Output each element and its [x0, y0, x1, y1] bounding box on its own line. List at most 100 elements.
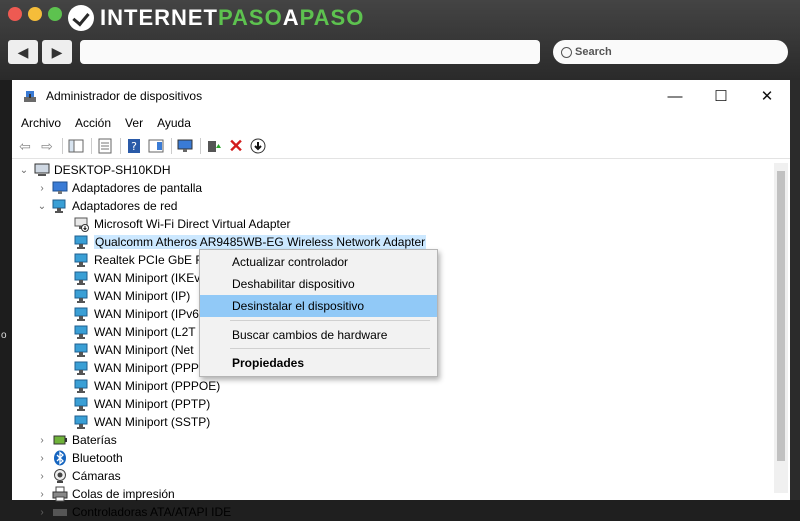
view-details-icon[interactable] — [147, 137, 165, 155]
tree-item-label: Qualcomm Atheros AR9485WB-EG Wireless Ne… — [94, 235, 427, 249]
tree-device[interactable]: WAN Miniport (Net — [74, 341, 194, 359]
tree-device[interactable]: WAN Miniport (PPP — [74, 359, 199, 377]
browser-chrome: INTERNET PASO A PASO ◀ ▶ Search — [0, 0, 800, 80]
checkmark-logo-icon — [68, 5, 94, 31]
tree-item-label: Cámaras — [72, 469, 121, 483]
tree-device[interactable]: WAN Miniport (IKEv — [74, 269, 200, 287]
tree-device[interactable]: WAN Miniport (IPv6 — [74, 305, 199, 323]
search-placeholder: Search — [575, 46, 612, 58]
ctx-disable-device[interactable]: Deshabilitar dispositivo — [200, 273, 437, 295]
network-adapter-icon — [74, 379, 88, 393]
tree-item-label: Controladoras ATA/ATAPI IDE — [72, 505, 232, 519]
toolbar-separator — [171, 138, 172, 154]
chevron-down-icon[interactable]: ⌄ — [18, 165, 30, 176]
tree-category[interactable]: › Colas de impresión — [36, 485, 175, 503]
tree-device[interactable]: WAN Miniport (IP) — [74, 287, 190, 305]
back-arrow-icon[interactable]: ⇦ — [16, 137, 34, 155]
minimize-window-dot[interactable] — [28, 7, 42, 21]
ctx-label: Desinstalar el dispositivo — [232, 299, 365, 313]
tree-item-label: Colas de impresión — [72, 487, 175, 501]
tree-device[interactable]: Microsoft Wi-Fi Direct Virtual Adapter — [74, 215, 291, 233]
vertical-scrollbar[interactable] — [774, 163, 788, 493]
chevron-right-icon[interactable]: › — [36, 453, 48, 464]
network-adapter-icon — [74, 271, 88, 285]
tree-root[interactable]: ⌄ DESKTOP-SH10KDH — [18, 161, 171, 179]
tree-category[interactable]: › Bluetooth — [36, 449, 123, 467]
download-circle-icon[interactable] — [249, 137, 267, 155]
back-button[interactable]: ◀ — [8, 40, 38, 64]
network-adapter-disabled-icon — [74, 217, 89, 232]
scan-hardware-icon[interactable] — [176, 137, 194, 155]
ctx-properties[interactable]: Propiedades — [200, 352, 437, 374]
zoom-window-dot[interactable] — [48, 7, 62, 21]
menu-ayuda[interactable]: Ayuda — [150, 116, 198, 130]
tree-item-label: WAN Miniport (IP) — [94, 289, 191, 303]
tree-item-label: Microsoft Wi-Fi Direct Virtual Adapter — [94, 217, 291, 231]
tree-item-label: Bluetooth — [72, 451, 123, 465]
menu-archivo[interactable]: Archivo — [14, 116, 68, 130]
properties-icon[interactable] — [96, 137, 114, 155]
network-adapter-icon — [74, 253, 88, 267]
edge-text: o — [1, 330, 7, 341]
uninstall-x-icon[interactable]: ✕ — [227, 136, 245, 156]
context-menu: Actualizar controlador Deshabilitar disp… — [199, 249, 438, 377]
ctx-uninstall-device[interactable]: Desinstalar el dispositivo — [200, 295, 437, 317]
tree-category[interactable]: ⌄ Adaptadores de red — [36, 197, 177, 215]
chevron-right-icon[interactable]: › — [36, 183, 48, 194]
network-adapter-icon — [74, 289, 88, 303]
tree-device[interactable]: WAN Miniport (PPPOE) — [74, 377, 220, 395]
arrow-left-icon: ◀ — [17, 43, 29, 60]
ctx-separator — [230, 348, 430, 349]
ctx-label: Actualizar controlador — [232, 255, 349, 269]
maximize-button[interactable]: ☐ — [698, 80, 744, 112]
network-adapter-icon — [74, 235, 88, 249]
tree-item-label: WAN Miniport (IPv6 — [94, 307, 199, 321]
chevron-right-icon[interactable]: › — [36, 507, 48, 518]
network-adapter-icon — [74, 325, 88, 339]
tree-device[interactable]: WAN Miniport (PPTP) — [74, 395, 210, 413]
forward-arrow-icon[interactable]: ⇨ — [38, 137, 56, 155]
show-hide-console-tree-icon[interactable] — [67, 137, 85, 155]
tree-item-label: WAN Miniport (L2T — [94, 325, 196, 339]
chevron-right-icon[interactable]: › — [36, 489, 48, 500]
ctx-label: Deshabilitar dispositivo — [232, 277, 355, 291]
menu-accion[interactable]: Acción — [68, 116, 118, 130]
tree-category[interactable]: › Cámaras — [36, 467, 121, 485]
tree-device[interactable]: WAN Miniport (SSTP) — [74, 413, 210, 431]
minimize-button[interactable]: — — [652, 80, 698, 112]
menu-ver[interactable]: Ver — [118, 116, 150, 130]
tree-item-label: WAN Miniport (PPP — [94, 361, 199, 375]
forward-button[interactable]: ▶ — [42, 40, 72, 64]
update-driver-icon[interactable] — [205, 137, 223, 155]
ctx-label: Propiedades — [232, 356, 305, 370]
camera-icon — [54, 469, 66, 483]
tree-category[interactable]: › Baterías — [36, 431, 116, 449]
bluetooth-icon — [54, 450, 66, 466]
toolbar-separator — [200, 138, 201, 154]
background-right — [790, 80, 800, 500]
tree-category[interactable]: › Controladoras ATA/ATAPI IDE — [36, 503, 231, 521]
site-logo: INTERNET PASO A PASO — [68, 4, 364, 32]
close-button[interactable]: ✕ — [744, 80, 790, 112]
battery-icon — [53, 435, 67, 445]
monitor-icon — [52, 181, 68, 194]
brand-part4: PASO — [299, 5, 365, 30]
chevron-down-icon[interactable]: ⌄ — [36, 201, 48, 212]
tree-device[interactable]: Realtek PCIe GbE Fa — [74, 251, 209, 269]
window-titlebar: Administrador de dispositivos — ☐ ✕ — [12, 80, 790, 112]
search-input[interactable]: Search — [553, 40, 788, 64]
chevron-right-icon[interactable]: › — [36, 435, 48, 446]
network-adapter-icon — [74, 343, 88, 357]
tree-item-label: Adaptadores de pantalla — [72, 181, 203, 195]
help-icon[interactable]: ? — [125, 137, 143, 155]
ctx-update-driver[interactable]: Actualizar controlador — [200, 251, 437, 273]
tree-category[interactable]: › Adaptadores de pantalla — [36, 179, 202, 197]
computer-icon — [34, 163, 50, 176]
close-window-dot[interactable] — [8, 7, 22, 21]
ctx-scan-hardware[interactable]: Buscar cambios de hardware — [200, 324, 437, 346]
network-adapter-icon — [74, 397, 88, 411]
tree-device[interactable]: WAN Miniport (L2T — [74, 323, 196, 341]
chevron-right-icon[interactable]: › — [36, 471, 48, 482]
scrollbar-thumb[interactable] — [777, 171, 785, 461]
address-bar[interactable] — [80, 40, 540, 64]
